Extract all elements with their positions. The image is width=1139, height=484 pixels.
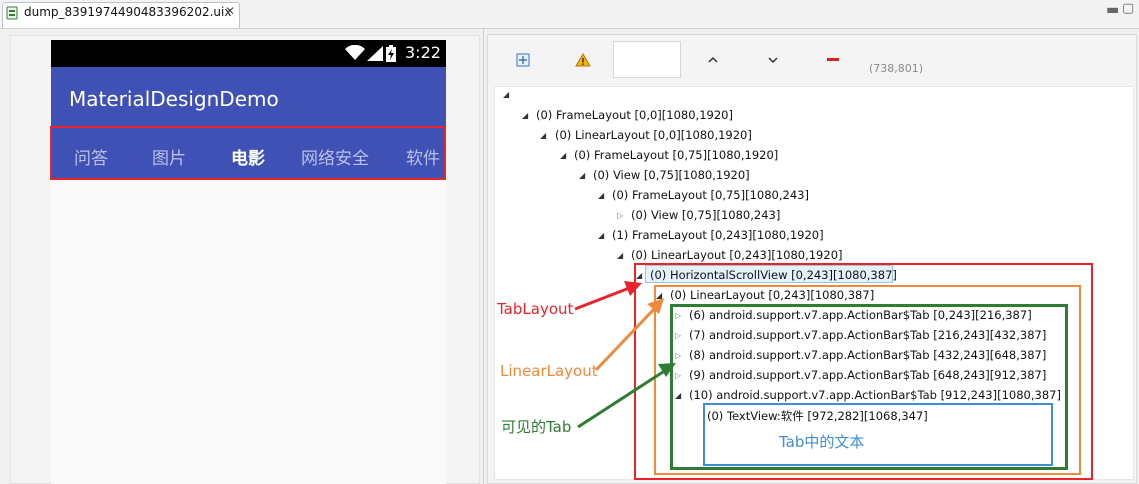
- red-arrow: [574, 281, 642, 311]
- orange-arrow: [594, 298, 664, 372]
- green-arrow: [577, 363, 676, 429]
- annotation-arrows: [574, 281, 676, 429]
